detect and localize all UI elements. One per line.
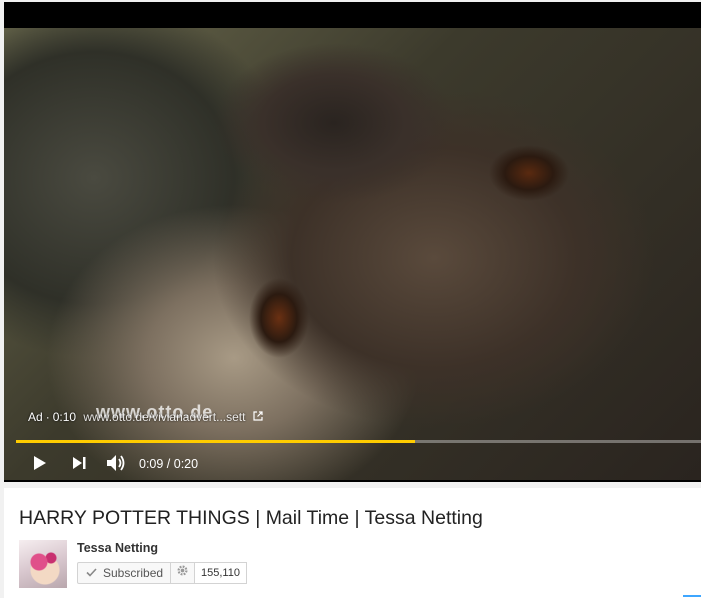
- ad-label[interactable]: Ad · 0:10 www.otto.de/vivianadvert...sett: [28, 410, 263, 424]
- video-title: HARRY POTTER THINGS | Mail Time | Tessa …: [19, 507, 483, 529]
- video-info-panel: HARRY POTTER THINGS | Mail Time | Tessa …: [4, 488, 701, 598]
- volume-icon: [106, 454, 126, 477]
- check-icon: [86, 566, 97, 580]
- play-button[interactable]: [26, 450, 54, 480]
- subscribed-button[interactable]: Subscribed: [77, 562, 171, 584]
- ad-separator: ·: [45, 410, 50, 424]
- subscription-settings-button[interactable]: [171, 562, 195, 584]
- play-icon: [33, 455, 47, 476]
- subscribed-label: Subscribed: [103, 566, 164, 580]
- channel-name[interactable]: Tessa Netting: [77, 541, 158, 555]
- ad-prefix: Ad: [28, 410, 43, 424]
- gear-icon: [176, 564, 189, 582]
- ad-time: 0:10: [52, 410, 77, 424]
- subscriber-count: 155,110: [195, 562, 247, 584]
- time-display: 0:09 / 0:20: [139, 457, 199, 471]
- ad-url-link[interactable]: www.otto.de/vivianadvert...sett: [83, 410, 245, 424]
- progress-bar-fill: [16, 440, 416, 443]
- progress-bar[interactable]: [16, 440, 701, 443]
- scroll-indicator: [683, 595, 701, 597]
- channel-avatar[interactable]: [19, 540, 67, 588]
- player-controls: 0:09 / 0:20: [4, 450, 701, 480]
- next-icon: [72, 456, 86, 475]
- external-link-icon[interactable]: [253, 411, 263, 424]
- volume-button[interactable]: [102, 450, 130, 480]
- video-player[interactable]: www.otto.de Ad · 0:10 www.otto.de/vivianad…: [4, 2, 701, 482]
- next-button[interactable]: [66, 450, 92, 480]
